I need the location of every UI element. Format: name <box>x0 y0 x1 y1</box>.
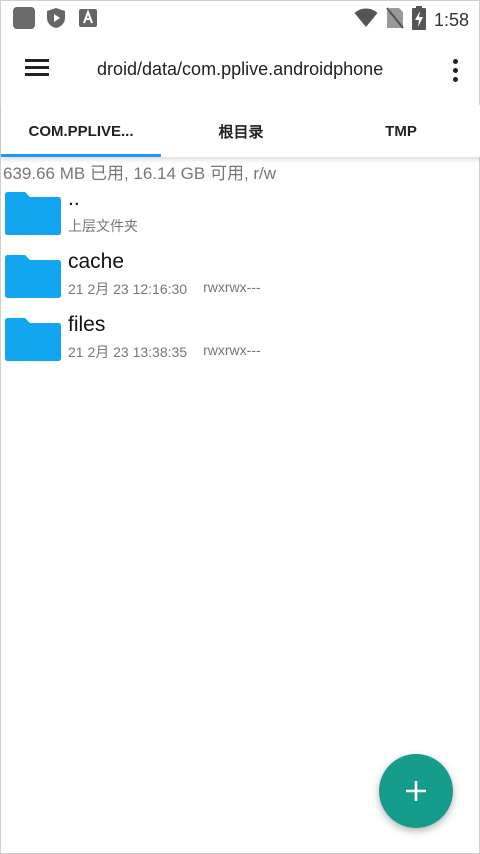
storage-info: 639.66 MB 已用, 16.14 GB 可用, r/w <box>3 164 277 183</box>
folder-icon <box>5 192 61 235</box>
file-date: 21 2月 23 12:16:30 <box>68 281 188 297</box>
app-square-icon <box>13 7 35 29</box>
add-fab-button[interactable] <box>379 754 453 828</box>
file-meta: 21 2月 23 13:38:35 rwxrwx--- <box>68 342 261 362</box>
wifi-icon <box>354 8 378 33</box>
tab-label: COM.PPLIVE... <box>28 122 134 140</box>
status-bar-left <box>13 7 99 29</box>
tab-tmp[interactable]: TMP <box>321 105 480 157</box>
file-list: .. 上层文件夹 cache 21 2月 23 12:16:30 rwxrwx-… <box>1 185 480 374</box>
plus-icon <box>406 781 426 801</box>
folder-icon <box>5 318 61 361</box>
file-permissions: rwxrwx--- <box>203 342 261 358</box>
file-name: .. <box>68 187 80 210</box>
file-date: 上层文件夹 <box>68 218 138 234</box>
app-toolbar: droid/data/com.pplive.androidphone <box>1 35 480 105</box>
file-meta: 21 2月 23 12:16:30 rwxrwx--- <box>68 279 261 299</box>
clock: 1:58 <box>433 10 469 30</box>
tab-label: 根目录 <box>218 123 264 141</box>
hamburger-menu-icon[interactable] <box>19 55 55 85</box>
file-date: 21 2月 23 13:38:35 <box>68 344 188 360</box>
more-options-icon[interactable] <box>443 55 467 85</box>
battery-charging-icon <box>411 6 426 35</box>
file-name: files <box>68 313 106 336</box>
screen-frame: 1:58 droid/data/com.pplive.androidphone … <box>0 0 480 854</box>
text-app-icon <box>77 7 99 29</box>
current-path-title: droid/data/com.pplive.androidphone <box>97 59 384 79</box>
shield-play-icon <box>45 7 67 29</box>
folder-icon <box>5 255 61 298</box>
file-meta: 上层文件夹 <box>68 216 138 236</box>
list-item-files[interactable]: files 21 2月 23 13:38:35 rwxrwx--- <box>1 311 480 374</box>
list-item-cache[interactable]: cache 21 2月 23 12:16:30 rwxrwx--- <box>1 248 480 311</box>
status-bar: 1:58 <box>1 1 480 35</box>
list-item-parent-folder[interactable]: .. 上层文件夹 <box>1 185 480 248</box>
tab-root[interactable]: 根目录 <box>161 105 321 157</box>
no-sim-icon <box>386 7 404 34</box>
file-permissions: rwxrwx--- <box>203 279 261 295</box>
tab-com-pplive[interactable]: COM.PPLIVE... <box>1 105 161 157</box>
location-tabs: COM.PPLIVE... 根目录 TMP <box>1 105 480 157</box>
file-name: cache <box>68 250 125 273</box>
tab-label: TMP <box>385 122 417 140</box>
status-bar-right: 1:58 <box>354 6 469 35</box>
